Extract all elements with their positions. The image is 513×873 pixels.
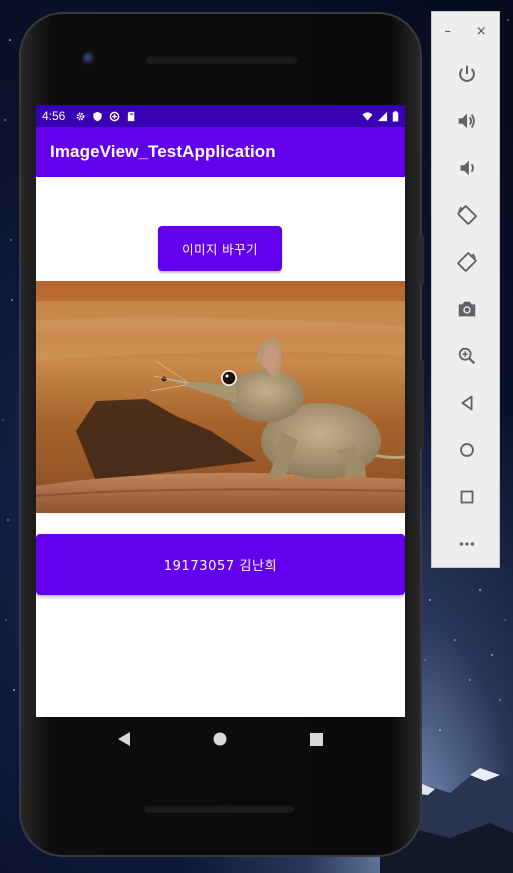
- wifi-icon: [362, 111, 373, 121]
- app-bar: ImageView_TestApplication: [36, 127, 405, 177]
- top-speaker: [145, 55, 298, 64]
- home-button[interactable]: [432, 426, 501, 473]
- shield-icon: [93, 111, 102, 121]
- zoom-button[interactable]: [432, 332, 501, 379]
- rotate-right-icon: [456, 251, 477, 272]
- volume-down-icon: [460, 160, 474, 175]
- app-title: ImageView_TestApplication: [50, 142, 276, 161]
- nav-back-button[interactable]: [114, 729, 134, 749]
- nav-bar: [36, 717, 405, 761]
- phone-screen: 4:56 ImageView_TestApplication 이미지 바꾸기 1…: [36, 105, 405, 717]
- sd-card-icon: [128, 111, 135, 121]
- zoom-icon: [458, 347, 475, 364]
- student-info-button[interactable]: 19173057 김난희: [36, 534, 405, 595]
- rotate-right-button[interactable]: [432, 238, 501, 285]
- bottom-speaker: [143, 804, 295, 813]
- settings-icon: [76, 112, 85, 120]
- elephant-shrew-image: [36, 281, 405, 513]
- home-circle-icon: [213, 732, 227, 746]
- volume-up-icon: [458, 113, 475, 128]
- minimize-button[interactable]: –: [444, 24, 451, 39]
- volume-up-button[interactable]: [432, 97, 501, 144]
- power-button[interactable]: [432, 50, 501, 97]
- emulator-toolbar: – ×: [431, 11, 500, 568]
- nav-home-button[interactable]: [210, 729, 230, 749]
- back-triangle-icon: [118, 732, 131, 746]
- overview-button[interactable]: [432, 473, 501, 520]
- overview-square-icon: [310, 732, 324, 746]
- data-saver-icon: [110, 111, 120, 121]
- change-image-button[interactable]: 이미지 바꾸기: [158, 226, 282, 271]
- signal-icon: [377, 111, 388, 121]
- overview-icon: [460, 490, 473, 503]
- more-icon: [459, 541, 474, 546]
- side-button: [420, 235, 424, 285]
- power-icon: [458, 65, 475, 82]
- status-time: 4:56: [42, 109, 66, 123]
- back-icon: [461, 395, 472, 410]
- status-bar: 4:56: [36, 105, 405, 127]
- home-icon: [459, 442, 474, 457]
- battery-icon: [392, 110, 399, 122]
- rotate-left-button[interactable]: [432, 191, 501, 238]
- front-camera: [82, 52, 96, 66]
- nav-overview-button[interactable]: [307, 729, 327, 749]
- more-button[interactable]: [432, 520, 501, 567]
- close-button[interactable]: ×: [476, 24, 487, 39]
- camera-icon: [458, 301, 475, 316]
- rotate-left-icon: [456, 204, 477, 225]
- back-button[interactable]: [432, 379, 501, 426]
- screenshot-button[interactable]: [432, 285, 501, 332]
- volume-down-button[interactable]: [432, 144, 501, 191]
- side-button: [420, 360, 424, 450]
